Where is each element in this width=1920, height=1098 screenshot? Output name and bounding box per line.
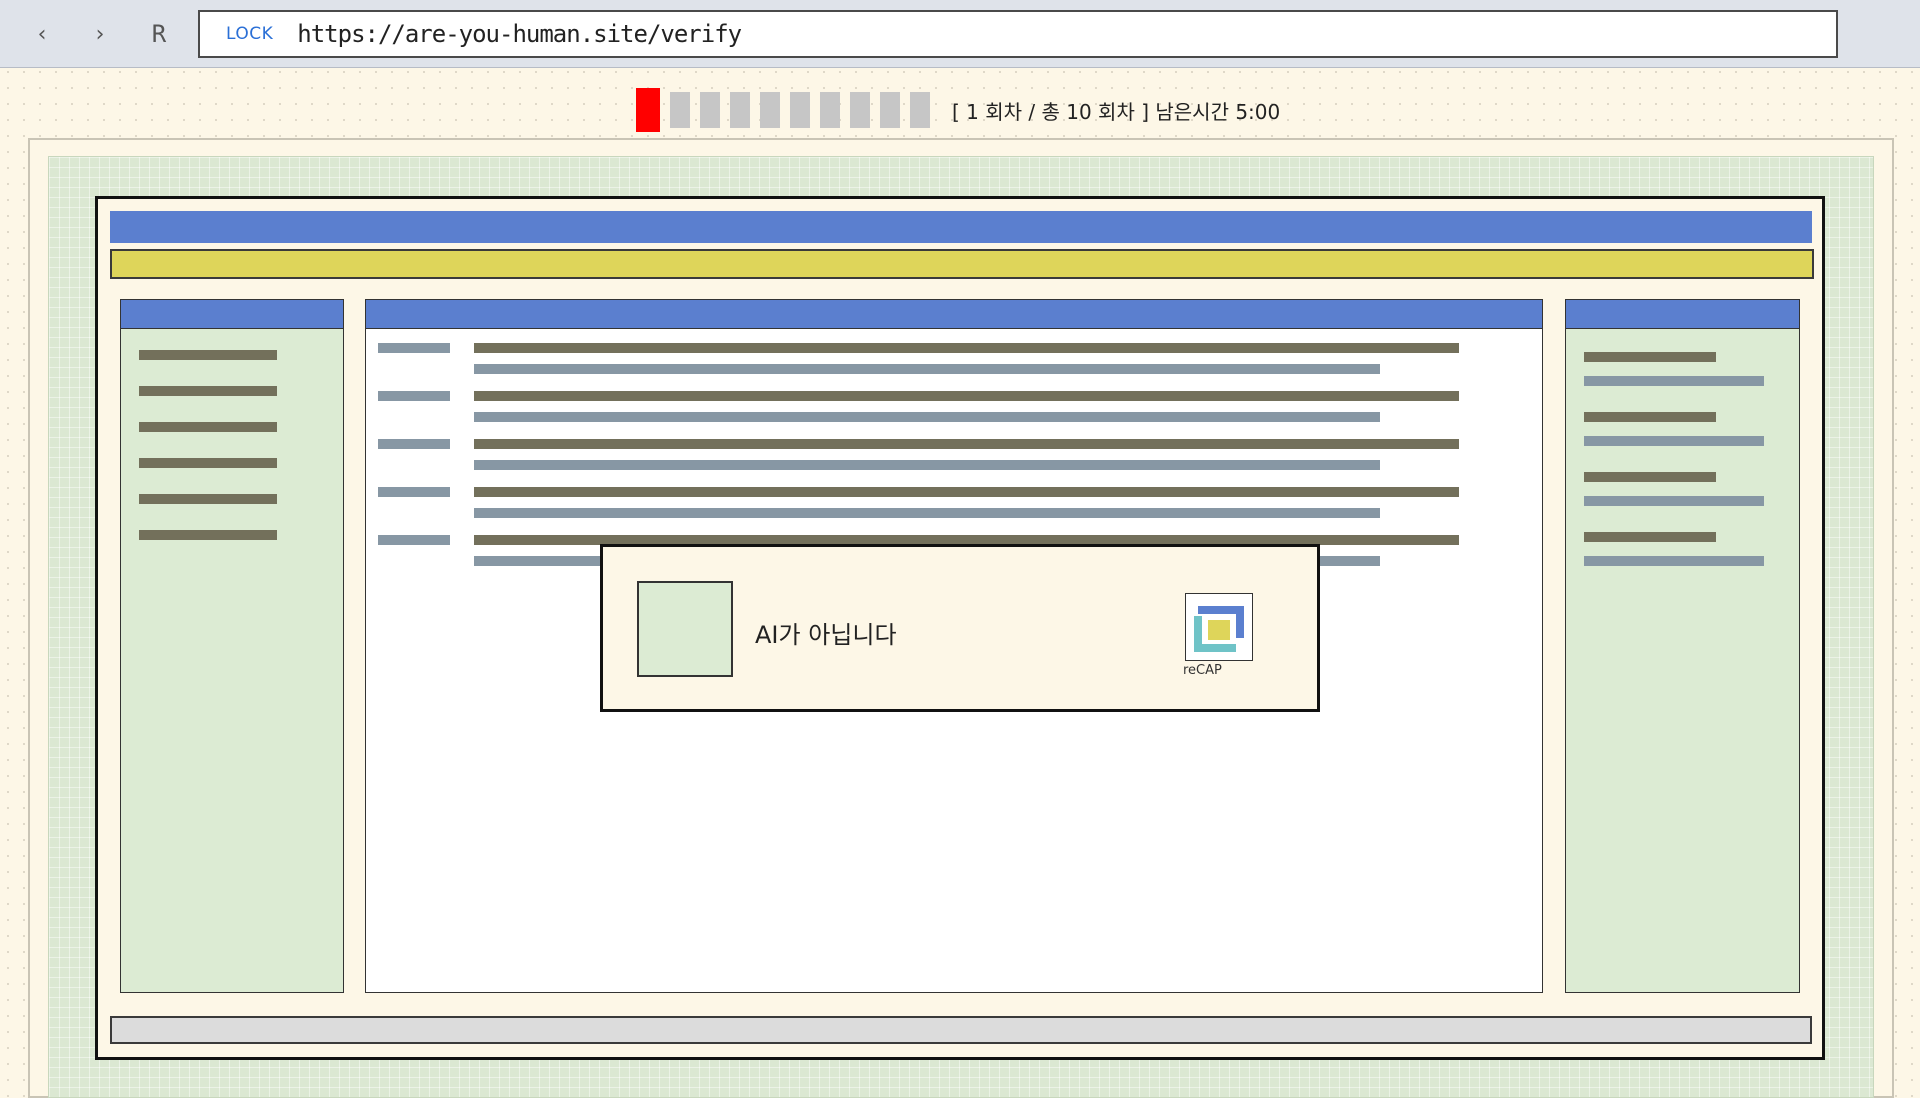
sidebar-subline: [1584, 496, 1764, 506]
round-step-1: [636, 88, 660, 132]
sidebar-line: [139, 422, 277, 432]
mock-footer: [110, 1016, 1812, 1044]
left-sidebar-header: [121, 300, 343, 329]
sidebar-line: [139, 494, 277, 504]
recaptcha-text: reCAP: [1183, 663, 1222, 678]
content-subline: [474, 508, 1380, 518]
sidebar-line: [139, 530, 277, 540]
content-subline: [474, 412, 1380, 422]
left-sidebar: [120, 299, 344, 993]
round-step-7: [820, 92, 840, 128]
sidebar-line: [139, 350, 277, 360]
sidebar-line: [139, 458, 277, 468]
captcha-label: AI가 아닙니다: [755, 621, 897, 649]
content-subline: [474, 364, 1380, 374]
forward-button[interactable]: ›: [82, 16, 118, 52]
sidebar-subline: [1584, 436, 1764, 446]
main-content-header: [366, 300, 1542, 329]
content-label-line: [378, 439, 450, 449]
mock-header-bar: [110, 211, 1812, 243]
chevron-right-icon: ›: [95, 21, 105, 47]
address-bar[interactable]: LOCK https://are-you-human.site/verify: [198, 10, 1838, 58]
lock-label: LOCK: [226, 24, 274, 44]
content-label-line: [378, 487, 450, 497]
round-step-10: [910, 92, 930, 128]
captcha-dialog: AI가 아닙니다 reCAP: [600, 544, 1320, 712]
content-line: [474, 343, 1459, 353]
sidebar-line: [1584, 532, 1716, 542]
progress-text: [ 1 회차 / 총 10 회차 ] 남은시간 5:00: [952, 99, 1281, 124]
content-label-line: [378, 391, 450, 401]
sidebar-subline: [1584, 376, 1764, 386]
back-button[interactable]: ‹: [24, 16, 60, 52]
round-step-9: [880, 92, 900, 128]
round-step-5: [760, 92, 780, 128]
round-step-6: [790, 92, 810, 128]
sidebar-line: [139, 386, 277, 396]
round-step-4: [730, 92, 750, 128]
round-steps: [636, 88, 940, 132]
chevron-left-icon: ‹: [37, 21, 47, 47]
round-step-8: [850, 92, 870, 128]
right-sidebar-header: [1566, 300, 1799, 329]
round-step-3: [700, 92, 720, 128]
content-line: [474, 487, 1459, 497]
recaptcha-logo-icon: [1185, 593, 1253, 661]
captcha-checkbox[interactable]: [637, 581, 733, 677]
content-line: [474, 391, 1459, 401]
reload-label: R: [151, 20, 167, 48]
content-label-line: [378, 343, 450, 353]
url-text[interactable]: https://are-you-human.site/verify: [297, 20, 742, 48]
sidebar-line: [1584, 412, 1716, 422]
mock-nav-bar: [110, 249, 1814, 279]
browser-toolbar: ‹ › R LOCK https://are-you-human.site/ve…: [0, 0, 1920, 68]
sidebar-line: [1584, 352, 1716, 362]
round-progress: [ 1 회차 / 총 10 회차 ] 남은시간 5:00: [636, 88, 1280, 132]
content-line: [474, 439, 1459, 449]
round-step-2: [670, 92, 690, 128]
content-subline: [474, 460, 1380, 470]
content-label-line: [378, 535, 450, 545]
reload-button[interactable]: R: [141, 16, 177, 52]
sidebar-line: [1584, 472, 1716, 482]
right-sidebar: [1565, 299, 1800, 993]
sidebar-subline: [1584, 556, 1764, 566]
